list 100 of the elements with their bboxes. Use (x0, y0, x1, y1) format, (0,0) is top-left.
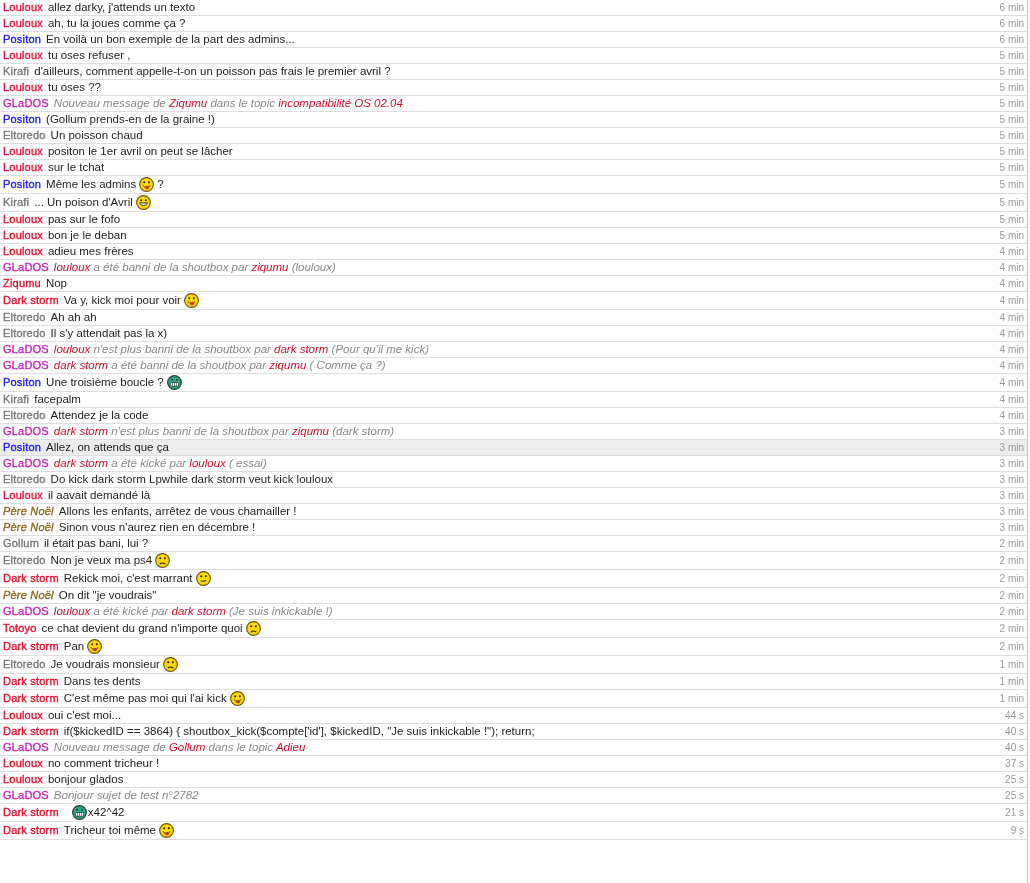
message-text: Rekick moi, c'est marrant (63, 571, 193, 586)
username[interactable]: Louloux (3, 772, 43, 787)
message-time: 21 s (1005, 806, 1024, 820)
username[interactable]: Eltoredo (3, 657, 46, 672)
username[interactable]: Dark storm (3, 724, 59, 739)
username[interactable]: Louloux (3, 0, 43, 15)
message-time: 4 min (999, 343, 1024, 357)
message-time: 4 min (999, 311, 1024, 325)
message-text: dark storm n'est plus banni de la shoutbox par ziqumu (dark storm) (53, 424, 395, 439)
username[interactable]: Eltoredo (3, 472, 46, 487)
username[interactable]: Louloux (3, 212, 43, 227)
username[interactable]: Louloux (3, 708, 43, 723)
message-time: 6 min (999, 33, 1024, 47)
message-text: Non je veux ma ps4 (50, 553, 153, 568)
username[interactable]: Dark storm (3, 293, 59, 308)
message-text: Nop (45, 276, 67, 291)
username[interactable]: GLaDOS (3, 740, 49, 755)
message-time: 3 min (999, 505, 1024, 519)
message-time: 3 min (999, 457, 1024, 471)
message-text: ... Un poison d'Avril (34, 195, 133, 210)
username[interactable]: Louloux (3, 160, 43, 175)
message-text: positon le 1er avril on peut se lâcher (47, 144, 233, 159)
username[interactable]: GLaDOS (3, 358, 49, 373)
username[interactable]: Dark storm (3, 805, 59, 820)
message-text: Bonjour sujet de test n°2782 (53, 788, 199, 803)
username[interactable]: Eltoredo (3, 553, 46, 568)
message-time: 44 s (1005, 709, 1024, 723)
username[interactable]: GLaDOS (3, 96, 49, 111)
sad-smiley-icon (162, 657, 178, 672)
message-time: 3 min (999, 489, 1024, 503)
username[interactable]: Père Noël (3, 504, 54, 519)
username[interactable]: GLaDOS (3, 604, 49, 619)
username[interactable]: Eltoredo (3, 408, 46, 423)
username[interactable]: Eltoredo (3, 326, 46, 341)
username[interactable]: Louloux (3, 144, 43, 159)
message-text: d'ailleurs, comment appelle-t-on un poisson pas frais le premier avril ? (34, 64, 391, 79)
username[interactable]: Positon (3, 375, 42, 390)
message-time: 5 min (999, 196, 1024, 210)
message-text: il aavait demandé là (47, 488, 151, 503)
username[interactable]: Louloux (3, 488, 43, 503)
message-text: bon je le deban (47, 228, 127, 243)
message-text: Un poisson chaud (50, 128, 143, 143)
username[interactable]: Positon (3, 32, 42, 47)
username[interactable]: Père Noël (3, 520, 54, 535)
message-time: 25 s (1005, 789, 1024, 803)
username[interactable]: Louloux (3, 80, 43, 95)
username[interactable]: Positon (3, 112, 42, 127)
message-text: On dit "je voudrais" (58, 588, 157, 603)
username[interactable]: Kirafi (3, 392, 30, 407)
message-time: 5 min (999, 213, 1024, 227)
message-text: louloux a été banni de la shoutbox par ziqumu (louloux) (53, 260, 336, 275)
username[interactable]: Kirafi (3, 64, 30, 79)
message-time: 9 s (1010, 824, 1024, 838)
username[interactable]: Louloux (3, 48, 43, 63)
username[interactable]: Dark storm (3, 571, 59, 586)
message-time: 4 min (999, 277, 1024, 291)
message-time: 3 min (999, 425, 1024, 439)
message-time: 37 s (1005, 757, 1024, 771)
username[interactable]: Gollum (3, 536, 40, 551)
message-time: 4 min (999, 409, 1024, 423)
message-time: 5 min (999, 178, 1024, 192)
username[interactable]: Dark storm (3, 639, 59, 654)
message-time: 3 min (999, 473, 1024, 487)
message-text: Nouveau message de Gollum dans le topic Adieu (53, 740, 306, 755)
tongue-smiley-icon (139, 177, 155, 192)
username[interactable]: GLaDOS (3, 788, 49, 803)
username[interactable]: Louloux (3, 244, 43, 259)
message-text: dark storm a été banni de la shoutbox par ziqumu ( Comme ça ?) (53, 358, 386, 373)
message-time: 4 min (999, 294, 1024, 308)
message-time: 5 min (999, 113, 1024, 127)
message-text: ? (157, 177, 164, 192)
tongue-smiley-icon (229, 691, 245, 706)
username[interactable]: Louloux (3, 228, 43, 243)
sad-smiley-icon (245, 621, 261, 636)
message-text: Dans tes dents (63, 674, 141, 689)
smiley-icon (195, 571, 211, 586)
username[interactable]: Eltoredo (3, 310, 46, 325)
username[interactable]: Dark storm (3, 674, 59, 689)
username[interactable]: Louloux (3, 756, 43, 771)
username[interactable]: Positon (3, 177, 42, 192)
username[interactable]: Louloux (3, 16, 43, 31)
username[interactable]: Dark storm (3, 823, 59, 838)
username[interactable]: Père Noël (3, 588, 54, 603)
message-time: 4 min (999, 327, 1024, 341)
username[interactable]: GLaDOS (3, 424, 49, 439)
tongue-smiley-icon (87, 639, 103, 654)
username[interactable]: Totoyo (3, 621, 37, 636)
message-text: il était pas bani, lui ? (44, 536, 149, 551)
username[interactable]: Eltoredo (3, 128, 46, 143)
username[interactable]: GLaDOS (3, 342, 49, 357)
username[interactable]: Dark storm (3, 691, 59, 706)
message-text: Sinon vous n'aurez rien en décembre ! (58, 520, 256, 535)
username[interactable]: GLaDOS (3, 456, 49, 471)
message-time: 25 s (1005, 773, 1024, 787)
username[interactable]: GLaDOS (3, 260, 49, 275)
username[interactable]: Ziqumu (3, 276, 41, 291)
username[interactable]: Positon (3, 440, 42, 455)
message-text: Nouveau message de Ziqumu dans le topic incompatibilité OS 02.04 (53, 96, 403, 111)
tongue-smiley-icon (183, 293, 199, 308)
username[interactable]: Kirafi (3, 195, 30, 210)
